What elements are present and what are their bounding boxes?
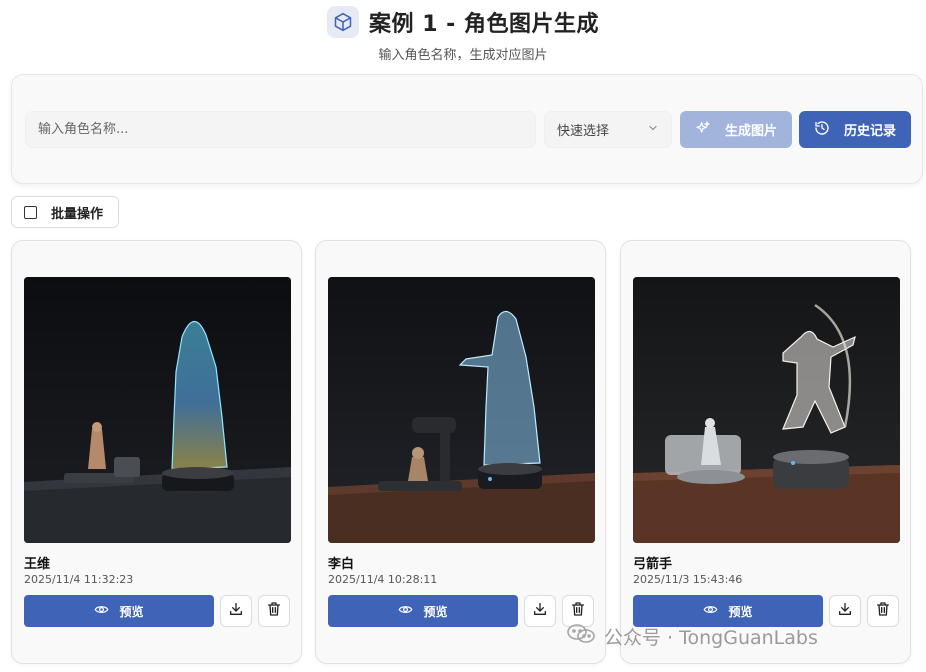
download-icon <box>532 601 548 621</box>
image-card: 李白 2025/11/4 10:28:11 预览 <box>315 240 606 664</box>
input-panel: 快速选择 生成图片 历史记录 <box>11 74 923 184</box>
title-row: 案例 1 - 角色图片生成 <box>0 6 926 38</box>
cube-icon <box>327 6 360 38</box>
wechat-icon <box>566 622 596 651</box>
download-button[interactable] <box>220 595 252 627</box>
watermark-text: 公众号 · TongGuanLabs <box>604 626 818 649</box>
quick-select-dropdown[interactable]: 快速选择 <box>544 111 672 148</box>
card-timestamp: 2025/11/4 10:28:11 <box>328 573 438 586</box>
batch-label: 批量操作 <box>51 206 104 222</box>
preview-label: 预览 <box>728 604 753 619</box>
history-label: 历史记录 <box>843 124 896 139</box>
quick-select-label: 快速选择 <box>557 124 610 139</box>
eye-icon <box>94 602 109 620</box>
sparkles-icon <box>695 120 711 140</box>
eye-icon <box>703 602 718 620</box>
batch-checkbox[interactable] <box>24 205 37 219</box>
download-button[interactable] <box>829 595 861 627</box>
card-timestamp: 2025/11/3 15:43:46 <box>633 573 743 586</box>
card-title: 王维 <box>24 557 51 572</box>
history-icon <box>814 120 830 140</box>
page-header: 案例 1 - 角色图片生成 输入角色名称，生成对应图片 <box>0 0 926 66</box>
trash-icon <box>875 601 891 621</box>
image-card: 弓箭手 2025/11/3 15:43:46 预览 <box>620 240 911 664</box>
preview-button[interactable]: 预览 <box>328 595 518 627</box>
eye-icon <box>398 602 413 620</box>
delete-button[interactable] <box>258 595 290 627</box>
preview-button[interactable]: 预览 <box>24 595 214 627</box>
watermark: 公众号 · TongGuanLabs <box>566 622 818 650</box>
history-button[interactable]: 历史记录 <box>799 111 911 148</box>
card-image-archer[interactable] <box>633 277 900 543</box>
card-image-libai[interactable] <box>328 277 595 543</box>
download-icon <box>837 601 853 621</box>
trash-icon <box>570 601 586 621</box>
batch-operation-button[interactable]: 批量操作 <box>11 196 119 228</box>
card-image-wangwei[interactable] <box>24 277 291 543</box>
image-card: 王维 2025/11/4 11:32:23 预览 <box>11 240 302 664</box>
preview-label: 预览 <box>119 604 144 619</box>
page-subtitle: 输入角色名称，生成对应图片 <box>378 48 548 63</box>
delete-button[interactable] <box>867 595 899 627</box>
card-title: 李白 <box>328 557 355 572</box>
trash-icon <box>266 601 282 621</box>
download-icon <box>228 601 244 621</box>
download-button[interactable] <box>524 595 556 627</box>
character-name-input[interactable] <box>25 111 536 148</box>
chevron-down-icon <box>647 122 659 138</box>
page-title: 案例 1 - 角色图片生成 <box>369 12 599 37</box>
generate-label: 生成图片 <box>724 124 777 139</box>
preview-label: 预览 <box>423 604 448 619</box>
card-title: 弓箭手 <box>633 557 673 572</box>
card-timestamp: 2025/11/4 11:32:23 <box>24 573 134 586</box>
generate-image-button[interactable]: 生成图片 <box>680 111 792 148</box>
